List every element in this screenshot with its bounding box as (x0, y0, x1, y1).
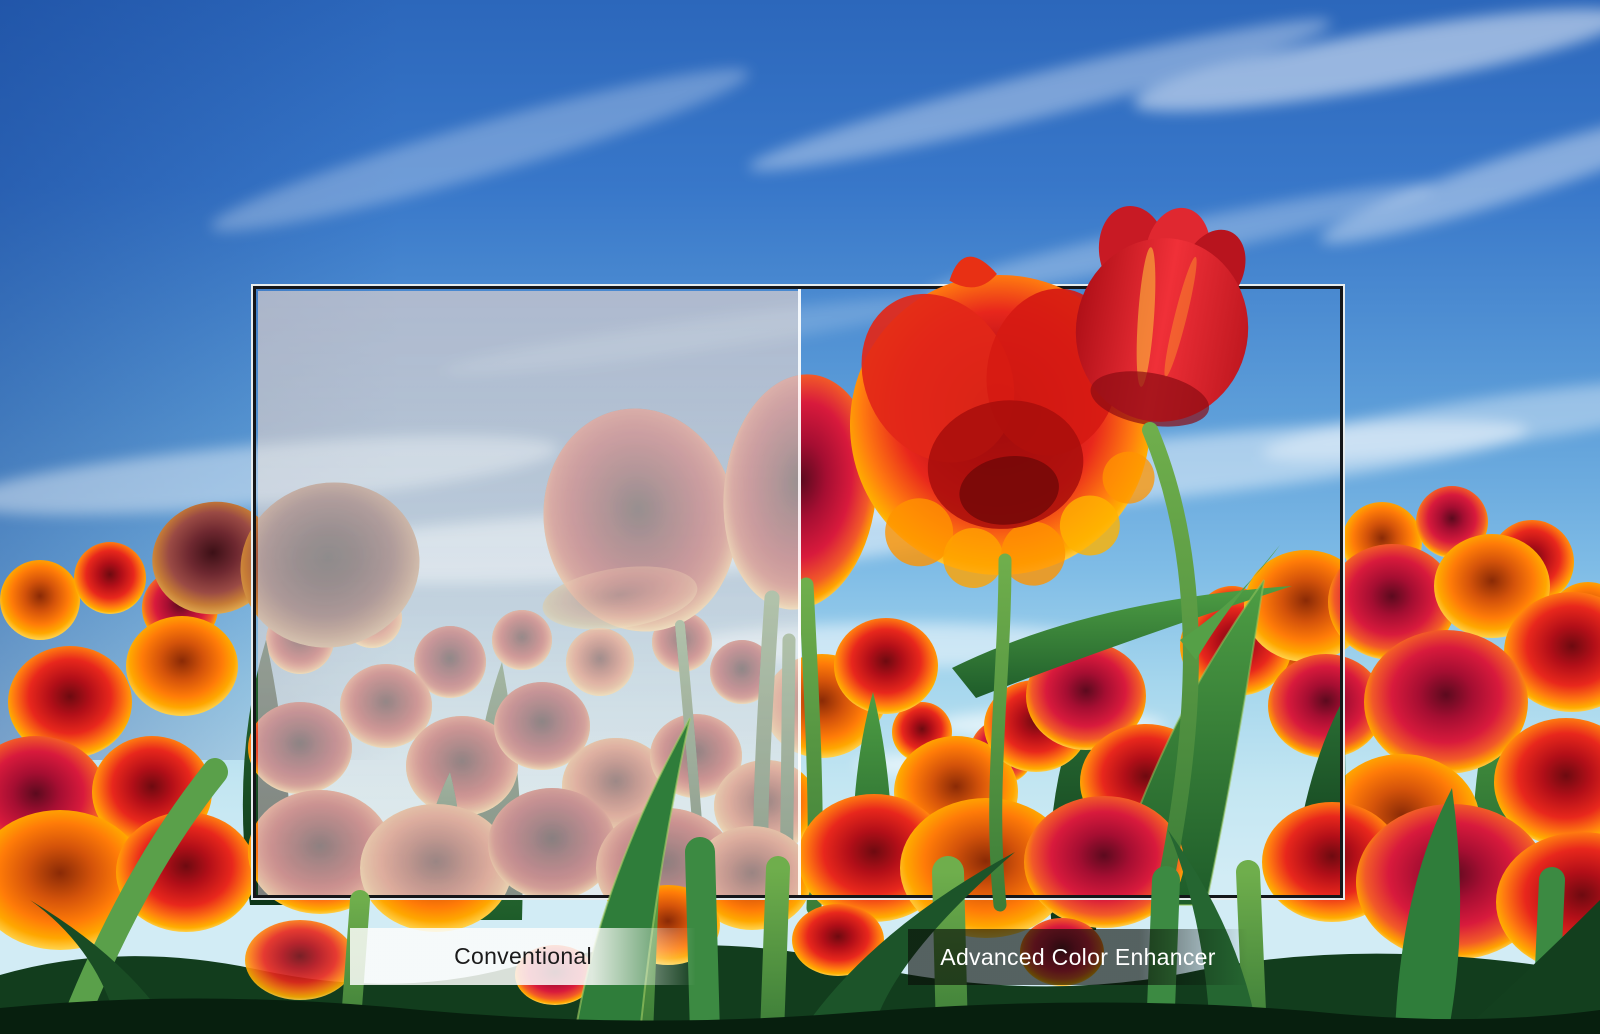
label-advanced-text: Advanced Color Enhancer (940, 944, 1215, 970)
label-advanced-color-enhancer: Advanced Color Enhancer (908, 929, 1248, 985)
product-comparison-image: Conventional Advanced Color Enhancer (0, 0, 1600, 1034)
hero-tulips (823, 190, 1280, 905)
foreground-overlay (0, 0, 1600, 1034)
label-conventional: Conventional (350, 928, 696, 985)
foreground-foliage (0, 718, 1600, 1034)
label-conventional-text: Conventional (454, 943, 592, 969)
